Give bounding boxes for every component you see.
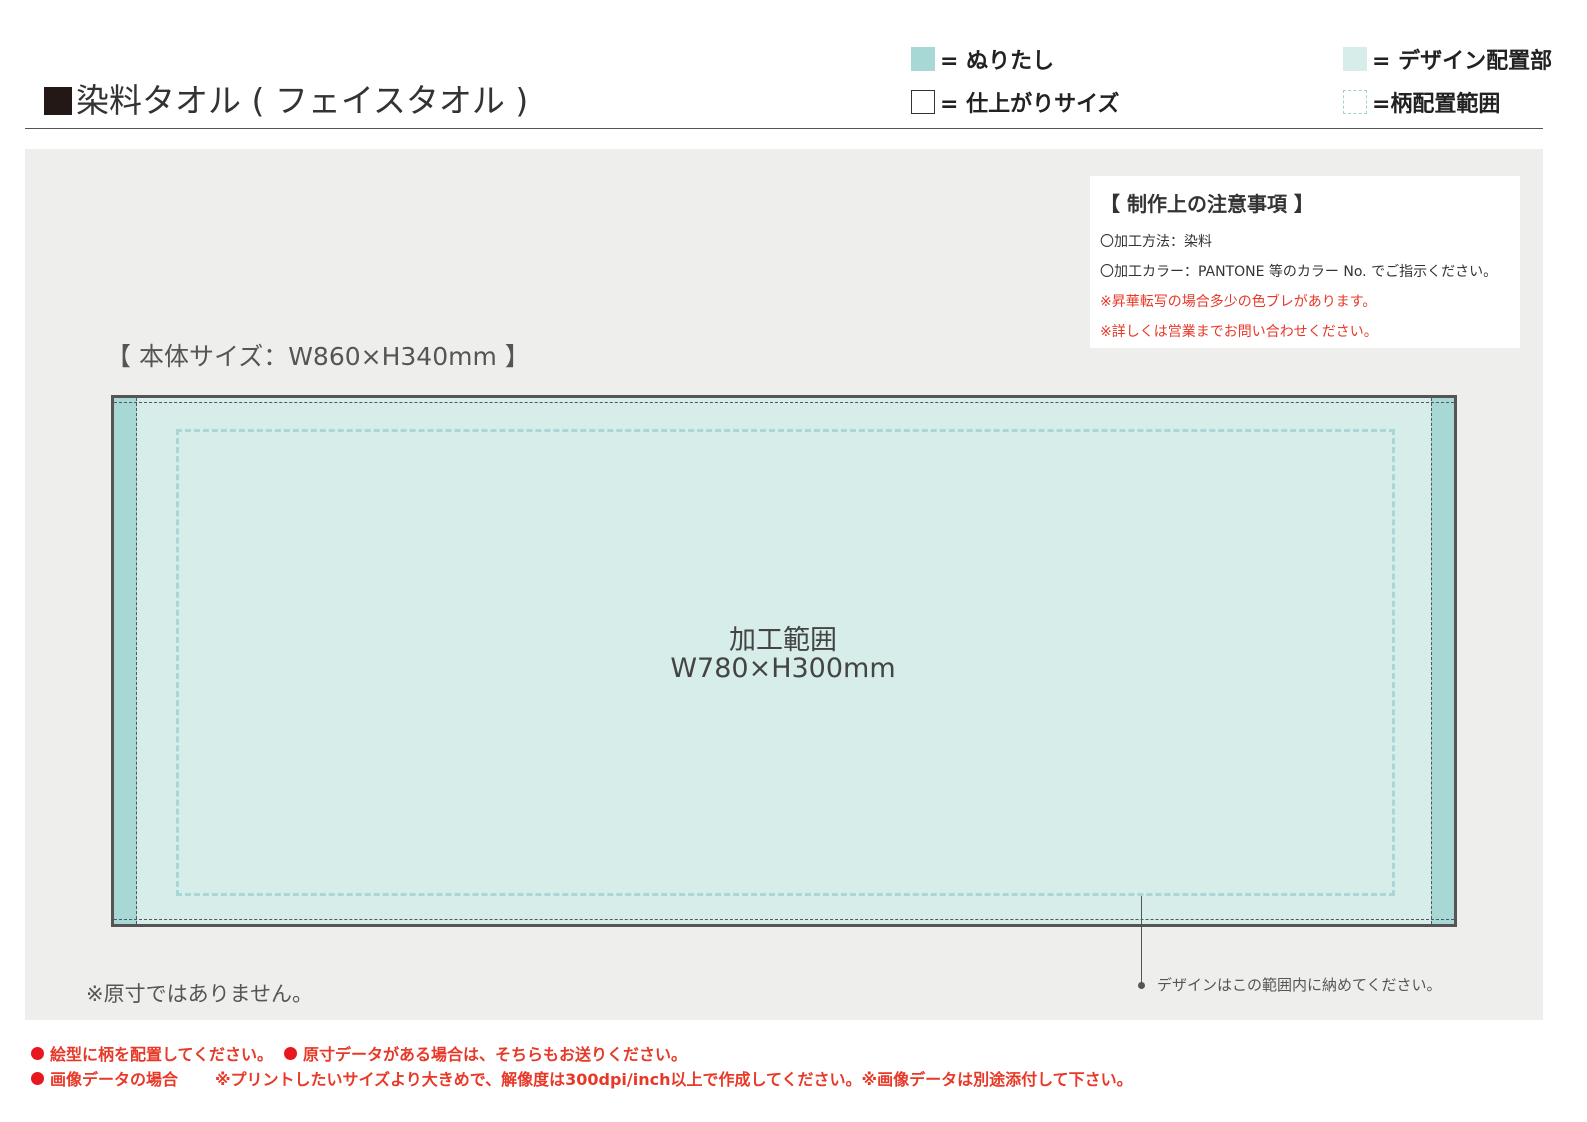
footer-note-3-text: 画像データの場合 [50,1070,179,1089]
legend-bleed: = ぬりたし [911,43,1054,75]
red-bullet-icon [31,1046,44,1060]
trim-line-top [114,398,1454,403]
footer-note-3: 画像データの場合 [31,1066,178,1090]
black-square-icon [44,87,72,115]
footer-note-2: 原寸データがある場合は、そちらもお送りください。 [284,1041,687,1065]
bleed-swatch-icon [911,47,935,71]
legend-trim-label: = 仕上がりサイズ [940,92,1120,117]
page-title-text: 染料タオル ( フェイスタオル ) [76,81,529,120]
notes-box: 【 制作上の注意事項 】 〇加工方法：染料 〇加工カラー：PANTONE 等のカ… [1090,176,1520,348]
legend-trim: = 仕上がりサイズ [911,86,1119,118]
leader-line [1141,896,1142,984]
note-method: 〇加工方法：染料 [1100,234,1212,250]
not-actual-size-note: ※原寸ではありません。 [86,982,313,1006]
red-bullet-icon [31,1071,44,1085]
note-color: 〇加工カラー：PANTONE 等のカラー No. でご指示ください。 [1100,264,1498,280]
trim-line-bottom [114,919,1454,924]
note-sublimation-warning: ※昇華転写の場合多少の色ブレがあります。 [1100,294,1377,310]
header-divider [25,128,1543,129]
footer-note-1-text: 絵型に柄を配置してください。 [50,1045,274,1064]
legend-pattern: =柄配置範囲 [1343,86,1500,118]
bleed-right [1431,398,1454,924]
footer-note-4: ※プリントしたいサイズより大きめで、解像度は300dpi/inch以上で作成して… [215,1070,1133,1089]
trim-swatch-icon [911,90,935,114]
footer-note-1: 絵型に柄を配置してください。 [31,1041,273,1065]
notes-title: 【 制作上の注意事項 】 [1100,192,1314,216]
red-bullet-icon [284,1046,297,1060]
page-title: 染料タオル ( フェイスタオル ) [44,74,528,122]
legend-pattern-label: =柄配置範囲 [1372,92,1501,117]
legend-design-label: = デザイン配置部 [1372,49,1553,74]
processing-area-label: 加工範囲 W780×H300mm [583,627,983,683]
body-size-label: 【 本体サイズ：W860×H340mm 】 [106,342,530,371]
note-contact: ※詳しくは営業までお問い合わせください。 [1100,324,1378,340]
legend-design: = デザイン配置部 [1343,43,1552,75]
leader-note: デザインはこの範囲内に納めてください。 [1157,976,1442,994]
pattern-swatch-icon [1343,90,1367,114]
processing-area-title: 加工範囲 [729,625,837,656]
legend-bleed-label: = ぬりたし [940,49,1055,74]
leader-dot-icon [1138,982,1145,989]
bleed-left [114,398,137,924]
processing-area-size: W780×H300mm [670,653,896,684]
design-swatch-icon [1343,47,1367,71]
footer-note-2-text: 原寸データがある場合は、そちらもお送りください。 [303,1045,688,1064]
